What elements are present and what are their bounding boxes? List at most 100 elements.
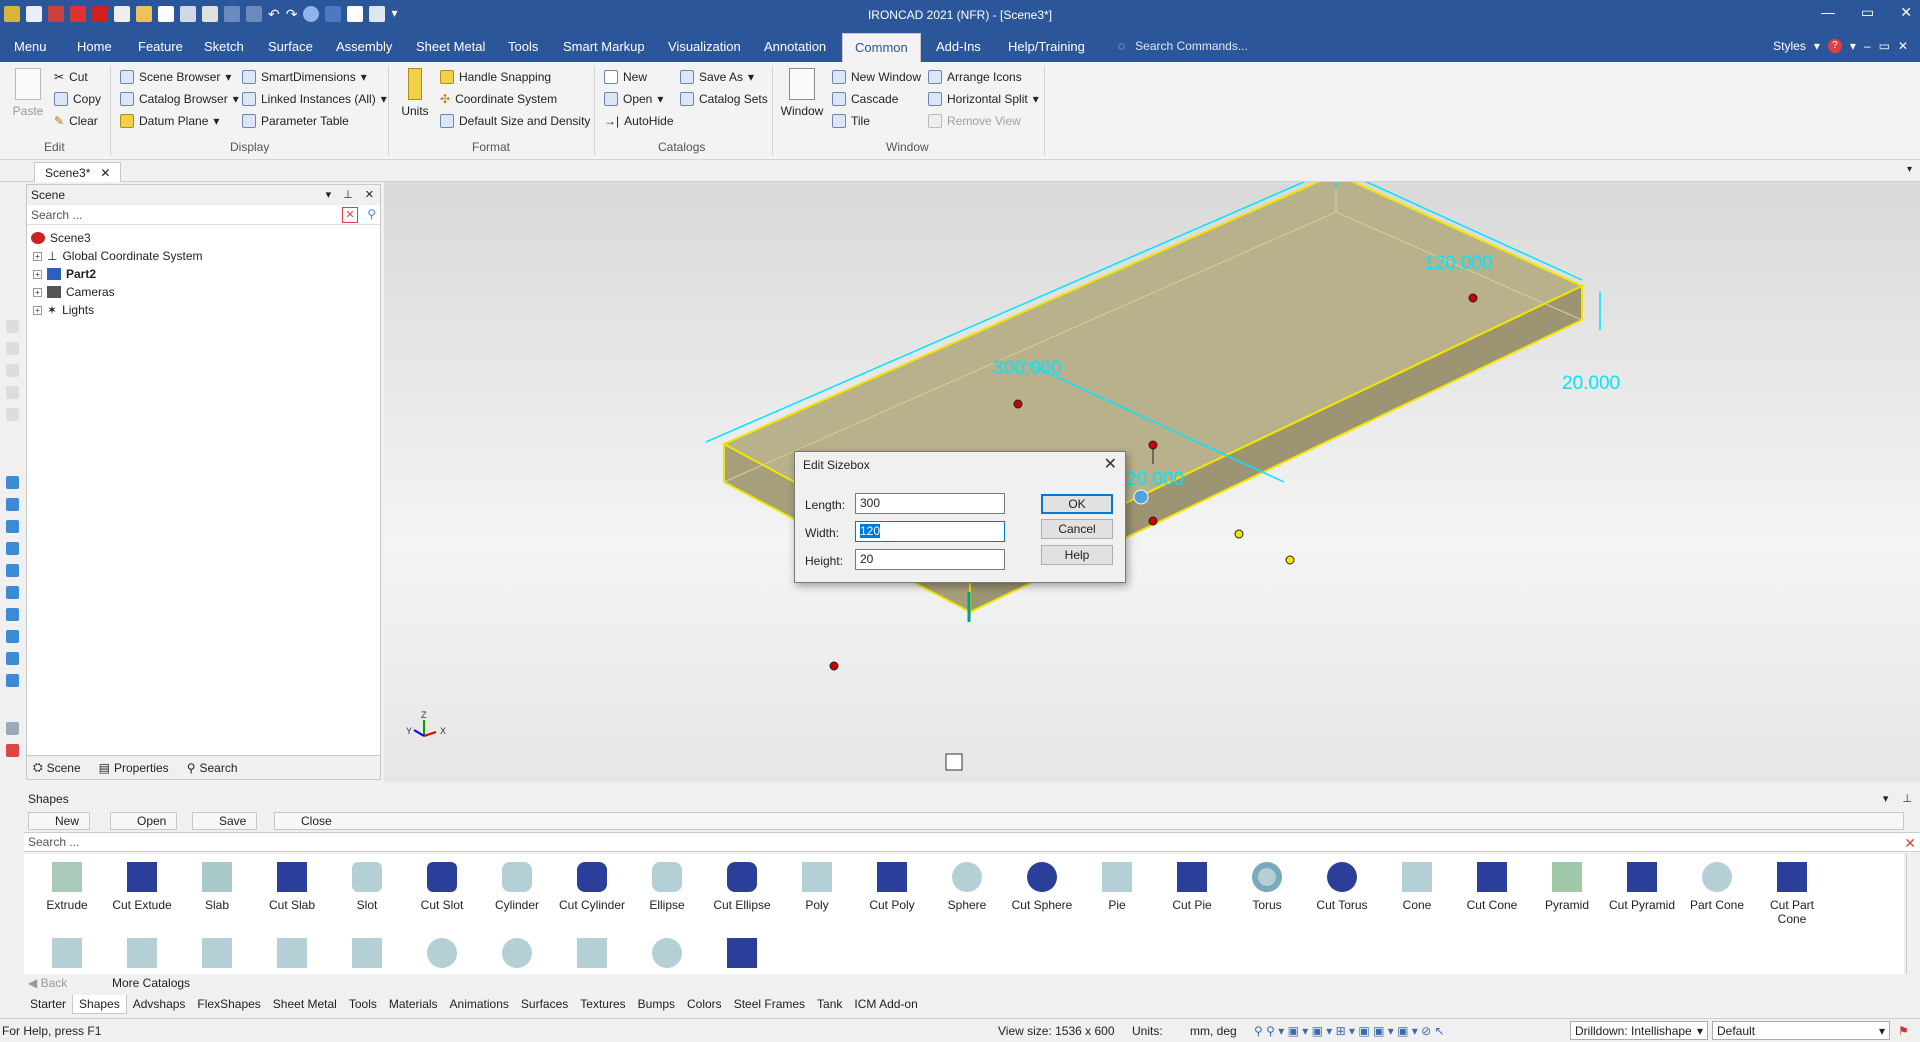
solid-tool-icon[interactable] [6, 476, 19, 489]
shape-cut-pyramid[interactable]: Cut Pyramid [1605, 862, 1679, 912]
close-doc-icon[interactable]: ✕ [1898, 39, 1908, 53]
resize-handle[interactable] [829, 661, 839, 671]
document-tab-scene3[interactable]: Scene3* ✕ [34, 162, 122, 182]
tab-sketch[interactable]: Sketch [204, 39, 244, 54]
dialog-close-icon[interactable]: ✕ [1104, 454, 1117, 474]
more-catalogs-button[interactable]: More Catalogs [112, 976, 190, 990]
expand-icon[interactable]: + [33, 269, 42, 279]
tool-icon[interactable] [6, 386, 19, 399]
drilldown-select[interactable]: Drilldown: Intellishape ▾ [1570, 1021, 1708, 1040]
solid-tool-icon[interactable] [6, 564, 19, 577]
tab-scene[interactable]: ⛭ Scene [33, 760, 81, 775]
maximize-doc-icon[interactable]: ▭ [1879, 39, 1890, 53]
partial-dimension[interactable]: 20.000 [1126, 469, 1184, 490]
tool-icon[interactable] [6, 320, 19, 333]
units-button[interactable]: Units [398, 68, 432, 118]
command-search[interactable]: ◌ Search Commands... [1118, 39, 1248, 53]
solid-tool-icon[interactable] [6, 498, 19, 511]
tab-annotation[interactable]: Annotation [764, 39, 826, 54]
ok-button[interactable]: OK [1041, 494, 1113, 514]
catalog-tab-icm-add-on[interactable]: ICM Add-on [848, 995, 923, 1013]
chevron-down-icon[interactable]: ▾ [1850, 39, 1856, 53]
solid-tool-icon[interactable] [6, 652, 19, 665]
shape-cut-cylinder[interactable]: Cut Cylinder [555, 862, 629, 912]
scene-search-input[interactable]: Search ... ✕ ⚲ [27, 205, 380, 225]
default-size-button[interactable]: Default Size and Density [440, 114, 590, 128]
catalog-tab-flexshapes[interactable]: FlexShapes [191, 995, 266, 1013]
maximize-button[interactable]: ▭ [1861, 4, 1874, 21]
units-status-value[interactable]: mm, deg [1190, 1024, 1237, 1038]
catalog-tab-tools[interactable]: Tools [343, 995, 383, 1013]
catalog-scrollbar[interactable] [1906, 854, 1920, 974]
catalog-tab-surfaces[interactable]: Surfaces [515, 995, 574, 1013]
catalog-save-button[interactable]: Save [192, 812, 258, 830]
paste-button[interactable]: Paste [10, 68, 46, 118]
catalog-open-button[interactable]: Open ▾ [604, 92, 663, 106]
tab-assembly[interactable]: Assembly [336, 39, 392, 54]
catalog-tab-tank[interactable]: Tank [811, 995, 848, 1013]
shape-slab[interactable]: Slab [180, 862, 254, 912]
tab-visualization[interactable]: Visualization [668, 39, 741, 54]
3d-viewport[interactable]: 300.000 120.000 20.000 20.000 Z X Y [384, 182, 1920, 782]
length-dimension[interactable]: 300.000 [993, 358, 1062, 379]
shape-extrude[interactable]: Extrude [30, 862, 104, 912]
help-button[interactable]: Help [1041, 545, 1113, 565]
scene-browser-button[interactable]: Scene Browser ▾ [120, 70, 231, 84]
tree-item-lights[interactable]: + ✶ Lights [33, 303, 94, 317]
width-dimension[interactable]: 120.000 [1424, 253, 1493, 274]
tab-add-ins[interactable]: Add-Ins [936, 39, 981, 54]
parameter-table-button[interactable]: Parameter Table [242, 114, 349, 128]
catalog-new-button[interactable]: New [28, 812, 91, 830]
resize-handle[interactable] [1468, 293, 1478, 303]
horizontal-split-button[interactable]: Horizontal Split ▾ [928, 92, 1039, 106]
expand-icon[interactable]: + [33, 251, 42, 261]
tab-tools[interactable]: Tools [508, 39, 538, 54]
catalog-open-button[interactable]: Open [110, 812, 178, 830]
resize-handle[interactable] [1148, 440, 1158, 450]
tree-item-scene3[interactable]: Scene3 [31, 231, 91, 245]
solid-tool-icon[interactable] [6, 674, 19, 687]
shape-pyramid[interactable]: Pyramid [1530, 862, 1604, 912]
anchor-handle[interactable] [1234, 529, 1244, 539]
tab-search[interactable]: ⚲ Search [187, 761, 238, 775]
shape-cut-slab[interactable]: Cut Slab [255, 862, 329, 912]
tab-home[interactable]: Home [77, 39, 112, 54]
filter-icon[interactable]: ⚲ [367, 207, 376, 221]
style-select[interactable]: Default ▾ [1712, 1021, 1890, 1040]
tab-sheet-metal[interactable]: Sheet Metal [416, 39, 485, 54]
shape-row2-icon[interactable] [577, 938, 607, 968]
autohide-button[interactable]: →| AutoHide [604, 114, 674, 128]
cut-button[interactable]: ✂ Cut [54, 70, 88, 84]
panel-menu-icon[interactable]: ▾ [1883, 792, 1889, 805]
anchor-point[interactable] [1133, 489, 1149, 505]
help-icon[interactable]: ? [1827, 39, 1842, 53]
catalog-tab-sheet-metal[interactable]: Sheet Metal [267, 995, 343, 1013]
shape-cut-slot[interactable]: Cut Slot [405, 862, 479, 912]
tile-button[interactable]: Tile [832, 114, 870, 128]
shape-cut-part-cone[interactable]: Cut Part Cone [1755, 862, 1829, 926]
tree-item-global-coordinate-system[interactable]: + ⊥ Global Coordinate System [33, 249, 203, 263]
shape-cut-sphere[interactable]: Cut Sphere [1005, 862, 1079, 912]
smart-dimensions-button[interactable]: SmartDimensions ▾ [242, 70, 367, 84]
status-tool-icon[interactable]: ⚑ [1898, 1024, 1909, 1038]
linked-instances-button[interactable]: Linked Instances (All) ▾ [242, 92, 387, 106]
cancel-button[interactable]: Cancel [1041, 519, 1113, 539]
catalog-tab-advshaps[interactable]: Advshaps [127, 995, 192, 1013]
shape-row2-icon[interactable] [427, 938, 457, 968]
clear-search-icon[interactable]: ✕ [1904, 835, 1916, 852]
arrange-icons-button[interactable]: Arrange Icons [928, 70, 1022, 84]
shape-ellipse[interactable]: Ellipse [630, 862, 704, 912]
solid-tool-icon[interactable] [6, 586, 19, 599]
shape-cut-cone[interactable]: Cut Cone [1455, 862, 1529, 912]
catalog-tab-starter[interactable]: Starter [24, 995, 72, 1013]
save-as-button[interactable]: Save As ▾ [680, 70, 754, 84]
catalog-new-button[interactable]: New [604, 70, 647, 84]
catalog-sets-button[interactable]: Catalog Sets [680, 92, 768, 106]
datum-plane-button[interactable]: Datum Plane ▾ [120, 114, 219, 128]
shape-row2-icon[interactable] [352, 938, 382, 968]
remove-view-button[interactable]: Remove View [928, 114, 1021, 128]
tab-surface[interactable]: Surface [268, 39, 313, 54]
tree-item-cameras[interactable]: + Cameras [33, 285, 115, 299]
clear-search-icon[interactable]: ✕ [342, 207, 358, 223]
styles-dropdown[interactable]: Styles [1773, 39, 1806, 53]
